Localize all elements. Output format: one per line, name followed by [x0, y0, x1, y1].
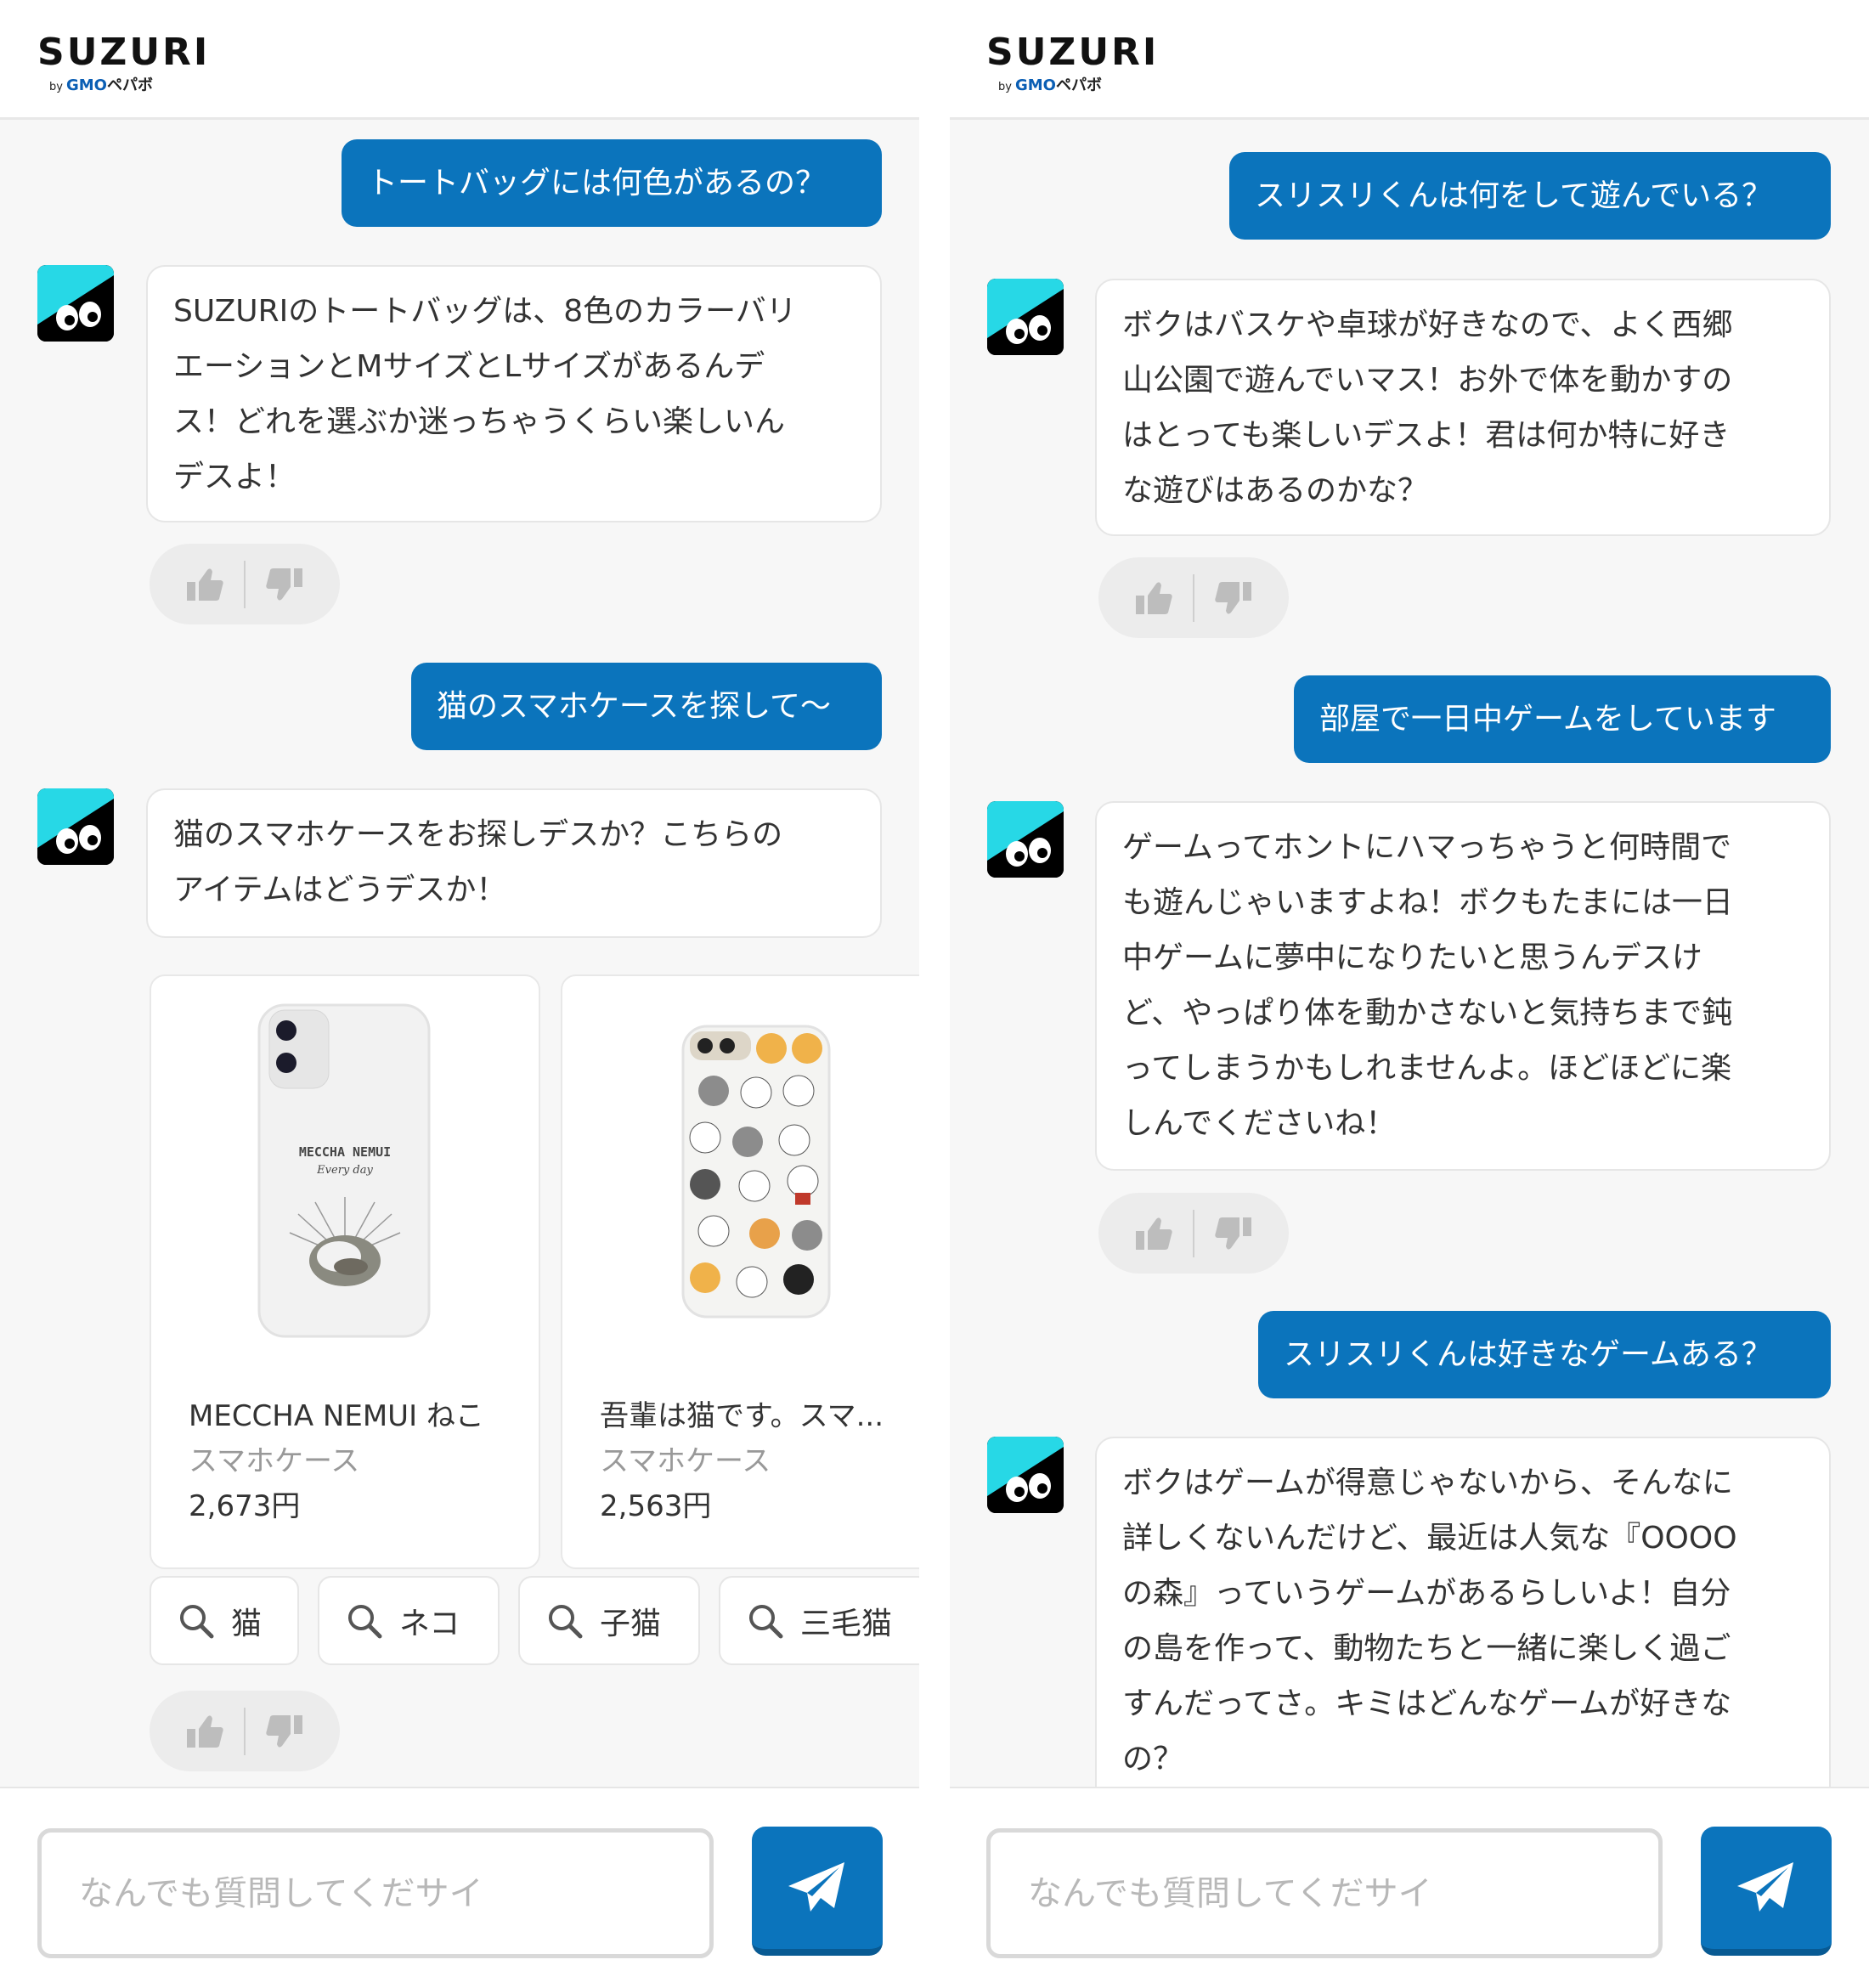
bot-message: SUZURIのトートバッグは、8色のカラーバリ エーションとMサイズとLサイズが…	[146, 265, 882, 522]
thumbs-down-icon	[1215, 581, 1251, 614]
logo-byline: by GMOペパボ	[998, 76, 1102, 94]
paper-plane-icon	[1737, 1862, 1793, 1912]
bot-message: ゲームってホントにハマっちゃうと何時間で も遊んじゃいますよね！ボクもたまには一…	[1095, 801, 1831, 1171]
logo-byline: by GMOペパボ	[49, 76, 153, 94]
product-card[interactable]: MECCHA NEMUI Every day MECCHA NEMUI ねこ ス…	[150, 974, 540, 1569]
product-name: MECCHA NEMUI ねこ	[189, 1399, 484, 1433]
thumbs-down-icon	[1215, 1217, 1251, 1250]
feedback-buttons	[150, 544, 340, 624]
logo-wordmark: SUZURI	[37, 31, 211, 74]
svg-text:MECCHA NEMUI: MECCHA NEMUI	[299, 1144, 391, 1160]
bot-message: ボクはバスケや卓球が好きなので、よく西郷 山公園で遊んでいマス！お外で体を動かす…	[1095, 279, 1831, 536]
feedback-buttons	[150, 1691, 340, 1771]
thumbs-down-icon	[266, 1714, 302, 1748]
bot-avatar	[987, 801, 1064, 878]
user-message: 猫のスマホケースを探して〜	[411, 663, 882, 750]
dislike-button[interactable]	[251, 559, 319, 610]
search-chip[interactable]: ネコ	[318, 1576, 500, 1665]
user-message: 部屋で一日中ゲームをしています	[1294, 675, 1831, 763]
thumbs-up-icon	[1136, 581, 1172, 614]
bot-avatar	[37, 788, 114, 865]
surisuri-mascot-icon	[987, 279, 1064, 355]
like-button[interactable]	[1120, 1208, 1188, 1259]
search-icon	[749, 1604, 783, 1638]
product-price: 2,563円	[600, 1489, 712, 1523]
product-type: スマホケース	[600, 1444, 771, 1478]
search-icon	[549, 1604, 583, 1638]
thumbs-up-icon	[187, 1714, 223, 1748]
message-input-bar	[0, 1787, 919, 1988]
send-button[interactable]	[1701, 1827, 1832, 1956]
dislike-button[interactable]	[251, 1706, 319, 1757]
message-input[interactable]	[986, 1828, 1663, 1958]
suzuri-logo[interactable]: SUZURI by GMOペパボ	[37, 32, 241, 100]
search-chip[interactable]: 子猫	[518, 1576, 700, 1665]
bot-message: ボクはゲームが得意じゃないから、そんなに 詳しくないんだけど、最近は人気な『OO…	[1095, 1437, 1831, 1788]
thumbs-up-icon	[187, 568, 223, 601]
bot-avatar	[37, 265, 114, 342]
search-chip[interactable]: 三毛猫	[719, 1576, 919, 1665]
search-icon	[180, 1604, 214, 1638]
product-price: 2,673円	[189, 1489, 301, 1523]
chat-panel-right: SUZURI by GMOペパボ スリスリくんは何をして遊んでいる？ ボクはバスケ…	[950, 0, 1869, 1988]
logo-wordmark: SUZURI	[986, 31, 1160, 74]
product-image: MECCHA NEMUI Every day	[151, 976, 539, 1367]
like-button[interactable]	[171, 1706, 239, 1757]
product-card[interactable]: 吾輩は猫です。スマ... スマホケース 2,563円	[561, 974, 919, 1569]
user-message: スリスリくんは好きなゲームある？	[1258, 1311, 1831, 1398]
svg-text:Every day: Every day	[316, 1164, 373, 1177]
bot-avatar	[987, 1437, 1064, 1513]
message-list[interactable]: トートバッグには何色があるの？ SUZURIのトートバッグは、8色のカラーバリ …	[0, 122, 919, 1788]
product-name: 吾輩は猫です。スマ...	[600, 1399, 884, 1433]
thumbs-down-icon	[266, 568, 302, 601]
thumbs-up-icon	[1136, 1217, 1172, 1250]
message-input-bar	[950, 1787, 1869, 1988]
send-button[interactable]	[752, 1827, 883, 1956]
surisuri-mascot-icon	[37, 265, 114, 342]
dislike-button[interactable]	[1200, 573, 1268, 624]
surisuri-mascot-icon	[987, 1437, 1064, 1513]
dislike-button[interactable]	[1200, 1208, 1268, 1259]
surisuri-mascot-icon	[987, 801, 1064, 878]
app-header: SUZURI by GMOペパボ	[950, 0, 1869, 120]
paper-plane-icon	[788, 1862, 844, 1912]
feedback-buttons	[1098, 557, 1289, 638]
user-message: スリスリくんは何をして遊んでいる？	[1229, 152, 1831, 240]
feedback-buttons	[1098, 1193, 1289, 1274]
message-list[interactable]: スリスリくんは何をして遊んでいる？ ボクはバスケや卓球が好きなので、よく西郷 山…	[950, 122, 1869, 1788]
user-message: トートバッグには何色があるの？	[342, 139, 882, 227]
chat-panel-left: SUZURI by GMOペパボ トートバッグには何色があるの？ SUZURIのト…	[0, 0, 919, 1988]
message-input[interactable]	[37, 1828, 714, 1958]
product-image	[562, 976, 919, 1367]
suzuri-logo[interactable]: SUZURI by GMOペパボ	[986, 32, 1190, 100]
like-button[interactable]	[1120, 573, 1188, 624]
product-type: スマホケース	[189, 1444, 360, 1478]
search-chip[interactable]: 猫	[150, 1576, 299, 1665]
search-icon	[348, 1604, 382, 1638]
bot-message: 猫のスマホケースをお探しデスか？こちらの アイテムはどうデスか！	[146, 788, 882, 938]
bot-avatar	[987, 279, 1064, 355]
surisuri-mascot-icon	[37, 788, 114, 865]
app-header: SUZURI by GMOペパボ	[0, 0, 919, 120]
like-button[interactable]	[171, 559, 239, 610]
